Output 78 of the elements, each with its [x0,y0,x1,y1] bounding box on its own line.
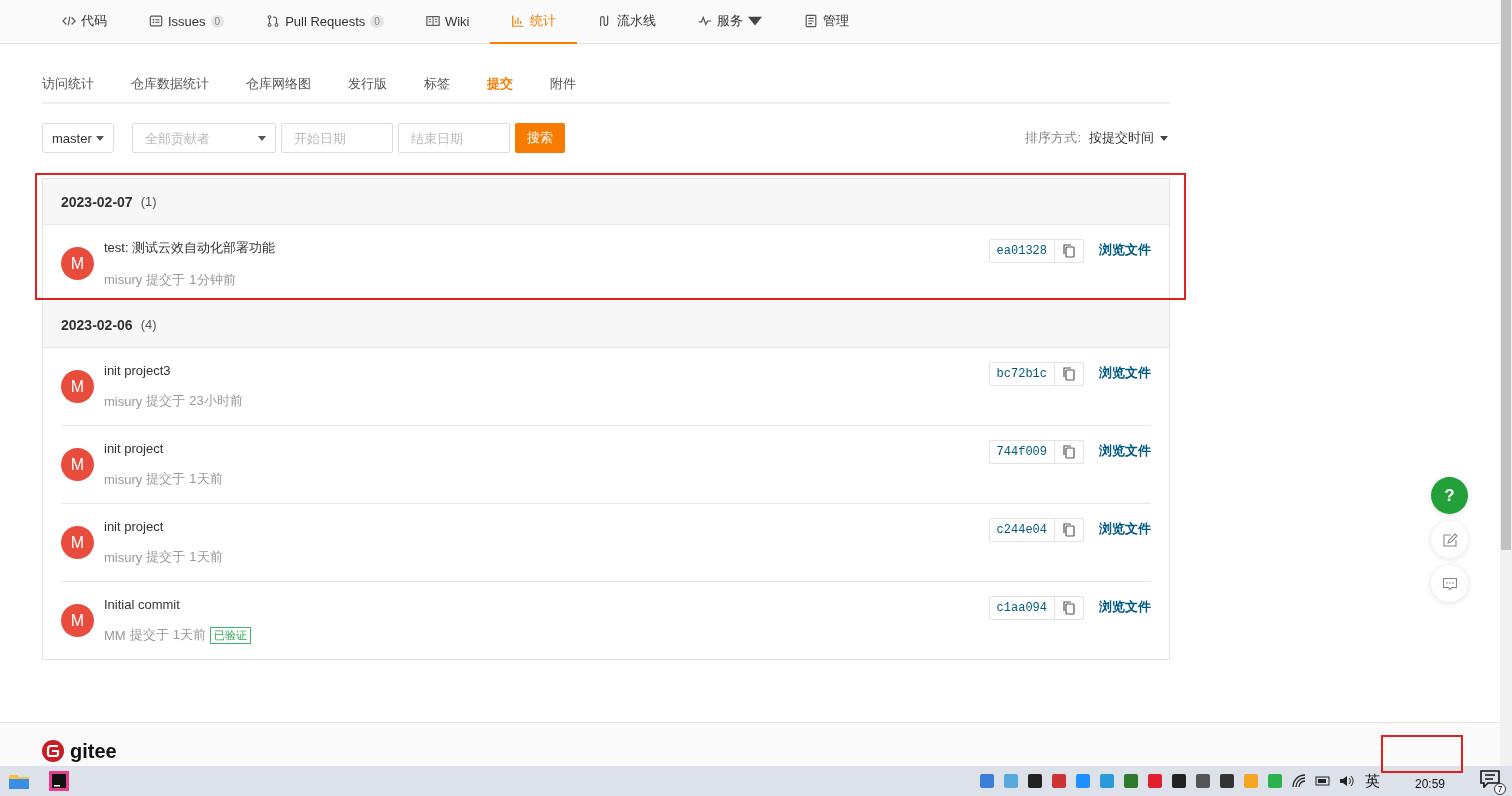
speaker-icon[interactable] [1339,773,1355,789]
gitee-logo-text[interactable]: gitee [70,740,117,762]
nav-tab[interactable]: 流水线 [577,0,678,44]
commit-message[interactable]: init project [104,441,989,456]
count-badge: 0 [370,14,384,28]
verified-badge: 已验证 [209,626,251,644]
commit-message[interactable]: init project3 [104,363,989,378]
browse-files-link[interactable]: 浏览文件 [1099,598,1151,616]
sub-tab[interactable]: 仓库数据统计 [131,75,209,93]
tray-icon[interactable] [1195,773,1211,789]
code-icon [62,14,76,28]
pulse-icon [698,14,713,28]
sub-tab[interactable]: 附件 [550,75,576,93]
nav-tab[interactable]: 代码 [41,0,128,44]
commit-verb: 提交于 [146,392,186,410]
commit-count: (4) [140,317,157,332]
chat-button[interactable] [1431,565,1468,602]
commit-message[interactable]: Initial commit [104,597,989,612]
caret-icon [257,136,266,141]
sub-tab[interactable]: 仓库网络图 [246,75,311,93]
sort-dropdown[interactable]: 按提交时间 [1089,129,1168,147]
commit-time: 1天前 [189,470,223,488]
list-icon [149,14,163,28]
sub-tab[interactable]: 标签 [424,75,450,93]
browse-files-link[interactable]: 浏览文件 [1099,442,1151,460]
ide-app-icon[interactable] [48,770,70,792]
branch-icon [266,14,281,28]
scrollbar[interactable] [1500,0,1512,766]
sub-tab[interactable]: 发行版 [348,75,387,93]
group-date: 2023-02-07 [61,193,133,210]
chat-icon [1441,575,1458,592]
avatar: M [61,526,94,559]
branch-dropdown[interactable]: master [42,123,114,153]
avatar: M [61,604,94,637]
document-icon [804,14,819,28]
commit-message[interactable]: test: 测试云效自动化部署功能 [104,238,989,257]
clock[interactable]: 20:59 [1400,776,1460,792]
commit-time: 23小时前 [189,392,243,410]
commit-verb: 提交于 [129,626,169,644]
commit-message[interactable]: init project [104,519,989,534]
commit-time: 1天前 [189,548,223,566]
avatar: M [61,247,94,280]
gitee-logo-icon [42,740,64,762]
browse-files-link[interactable]: 浏览文件 [1099,241,1151,259]
commit-time: 1分钟前 [189,270,236,289]
start-date-field[interactable]: 开始日期 [280,123,393,153]
avatar: M [61,448,94,481]
tray-icon[interactable] [1027,773,1043,789]
commit-verb: 提交于 [146,548,186,566]
nav-tab[interactable]: Issues 0 [128,0,246,44]
nav-tab[interactable]: Pull Requests 0 [245,0,405,44]
nav-tab[interactable]: 管理 [783,0,871,44]
chart-icon [511,14,526,28]
browse-files-link[interactable]: 浏览文件 [1099,364,1151,382]
tray-icon[interactable] [1171,773,1187,789]
sub-tab[interactable]: 访问统计 [42,75,94,93]
commit-verb: 提交于 [146,470,186,488]
count-badge: 0 [210,14,225,28]
edit-icon [1441,531,1458,548]
nav-tab[interactable]: 服务 [677,0,784,44]
feedback-button[interactable] [1431,521,1468,558]
browse-files-link[interactable]: 浏览文件 [1099,520,1151,538]
nav-tab[interactable]: Wiki [404,0,491,44]
battery-icon[interactable] [1315,773,1331,789]
commit-verb: 提交于 [146,270,186,289]
group-date: 2023-02-06 [61,316,133,333]
sort-label: 排序方式: [1025,129,1081,147]
caret-icon [1160,135,1168,141]
input-method-indicator[interactable]: 英 [1365,771,1380,791]
tray-icon[interactable] [1219,773,1235,789]
caret-icon [95,135,104,141]
contributor-select[interactable]: 全部贡献者 [131,123,276,153]
book-icon [425,14,440,28]
end-date-field[interactable]: 结束日期 [397,123,510,153]
commit-count: (1) [140,194,157,209]
avatar: M [61,370,94,403]
commit-time: 1天前 [172,626,206,644]
wifi-icon[interactable] [1291,773,1307,789]
